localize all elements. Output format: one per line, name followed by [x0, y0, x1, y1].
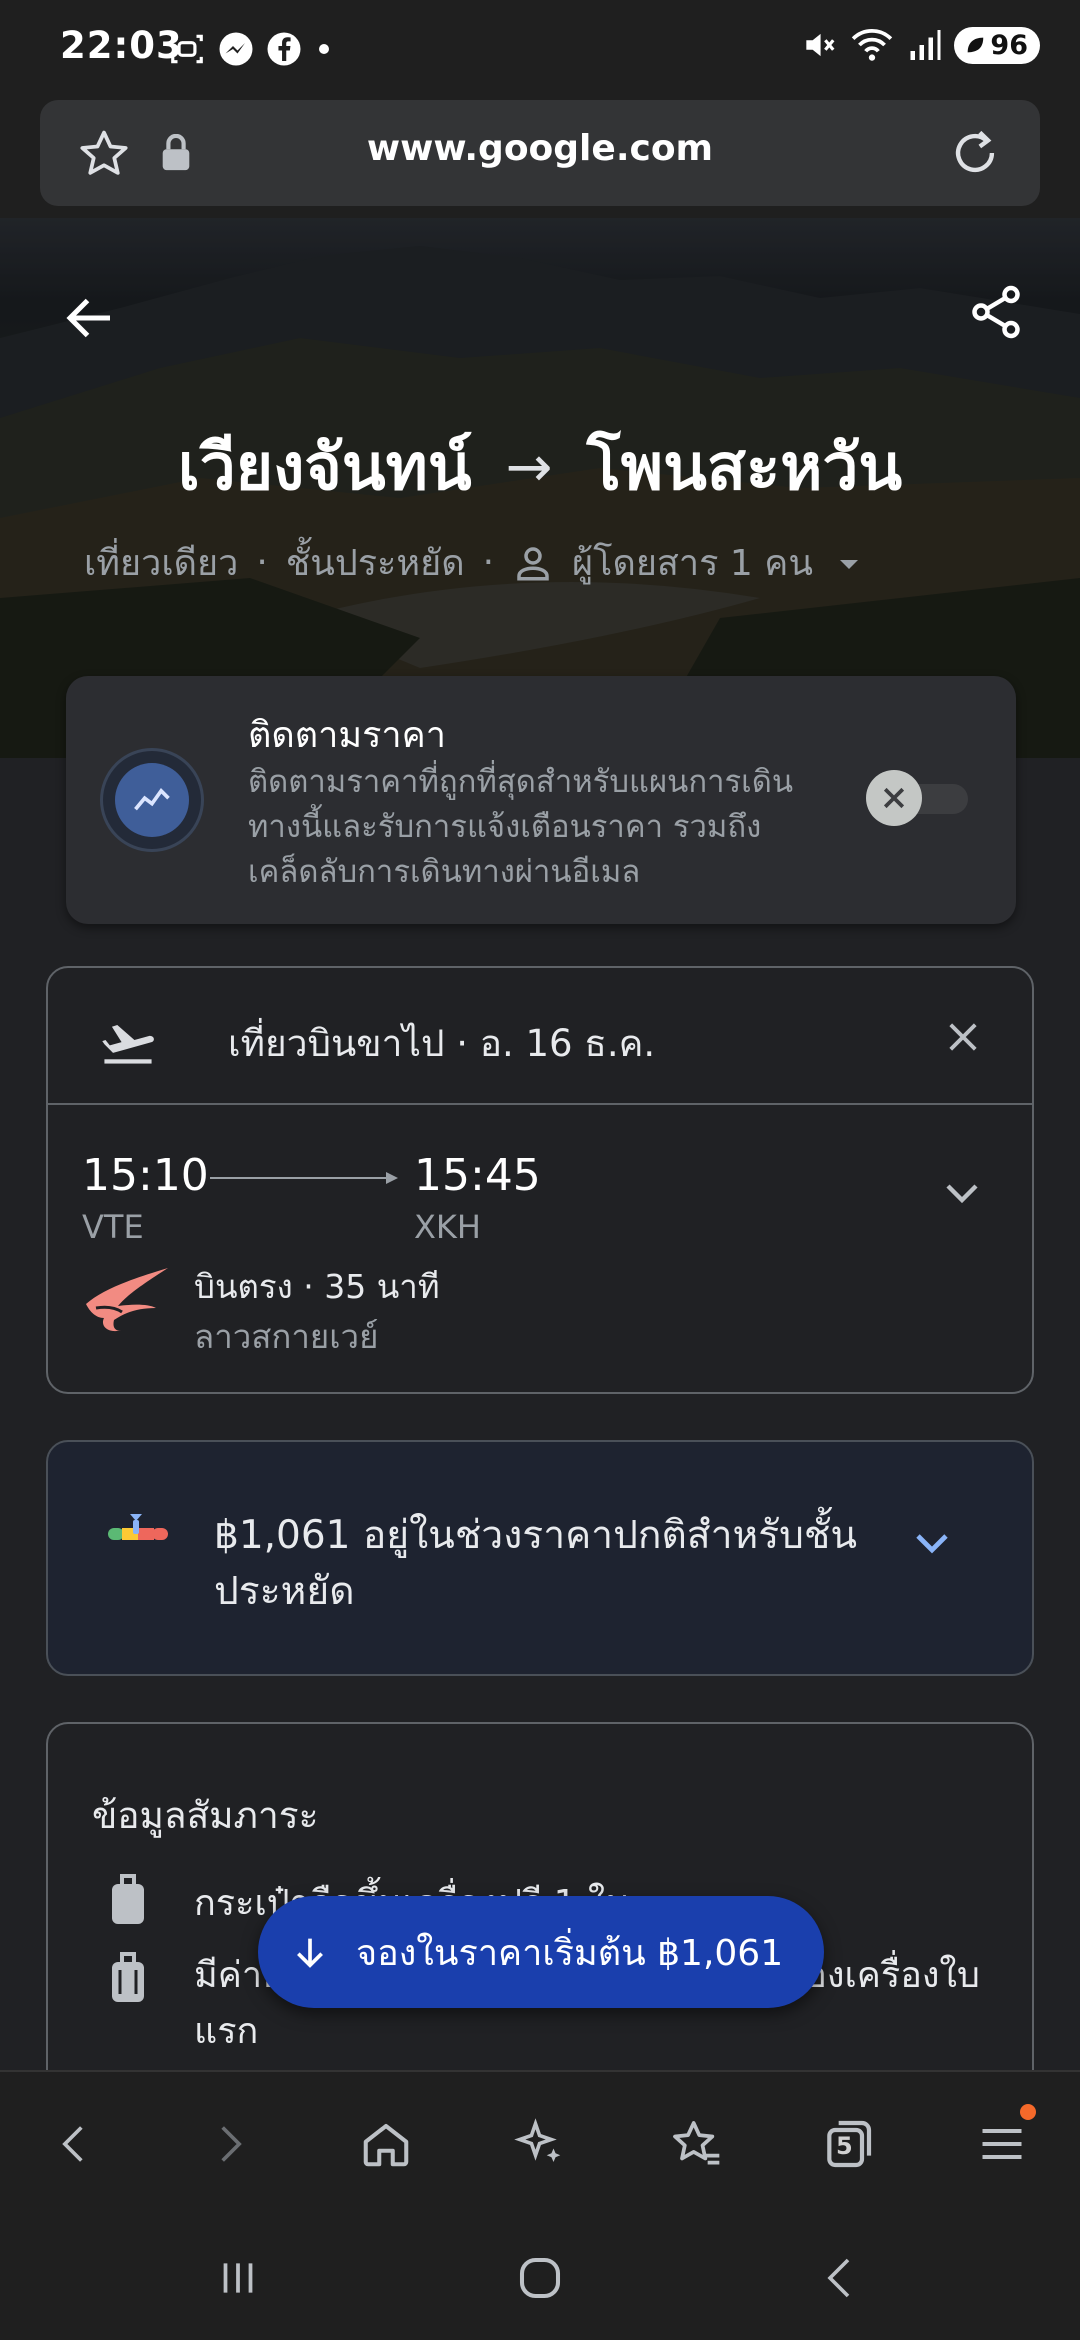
separator-dot: ·: [482, 542, 495, 583]
bookmarks-star-icon: [673, 2121, 720, 2165]
back-chevron-icon: [827, 2258, 850, 2298]
status-bar: 22:03 96: [0, 0, 1080, 96]
url-bar-container: www.google.com: [0, 96, 1080, 218]
battery-level: 96: [990, 29, 1028, 61]
hamburger-menu-icon: [982, 2129, 1022, 2159]
tabs-count: 5: [836, 2132, 853, 2160]
back-nav-button[interactable]: [808, 2246, 872, 2310]
route-arrow-icon: →: [505, 434, 553, 500]
close-icon[interactable]: [942, 1016, 984, 1058]
back-arrow-icon[interactable]: [60, 288, 120, 348]
home-button[interactable]: [354, 2112, 418, 2176]
airline-logo-icon: [86, 1268, 168, 1332]
price-tracking-card: ติดตามราคา ติดตามราคาที่ถูกที่สุดสำหรับแ…: [66, 676, 1016, 924]
trip-type-selector[interactable]: เที่ยวเดียว: [84, 534, 238, 591]
notification-icons: [168, 30, 334, 68]
outbound-header: เที่ยวบินขาไป · อ. 16 ธ.ค.: [48, 968, 1032, 1105]
price-tracking-description: ติดตามราคาที่ถูกที่สุดสำหรับแผนการเดินทา…: [248, 764, 794, 890]
price-insight-text: ฿1,061 อยู่ในช่วงราคาปกติสำหรับชั้นประหย…: [214, 1513, 858, 1614]
home-icon: [363, 2123, 409, 2167]
tabs-button[interactable]: 5: [816, 2112, 880, 2176]
menu-button[interactable]: [970, 2104, 1036, 2176]
flight-duration: บินตรง · 35 นาที: [194, 1267, 440, 1306]
browser-forward-button[interactable]: [198, 2112, 262, 2176]
dropdown-caret-icon[interactable]: [831, 545, 867, 581]
wifi-icon: [852, 29, 893, 61]
book-flight-button[interactable]: จองในราคาเริ่มต้น ฿1,061: [258, 1896, 824, 2008]
book-button-label: จองในราคาเริ่มต้น ฿1,061: [356, 1932, 784, 1974]
price-insight-card[interactable]: ฿1,061 อยู่ในช่วงราคาปกติสำหรับชั้นประหย…: [46, 1440, 1034, 1676]
chevron-down-icon[interactable]: [938, 1168, 986, 1216]
browser-back-button[interactable]: [42, 2112, 106, 2176]
bookmarks-button[interactable]: [664, 2112, 728, 2176]
home-nav-button[interactable]: [508, 2246, 572, 2310]
sparkle-icon: [514, 2118, 561, 2162]
baggage-title: ข้อมูลสัมภาระ: [92, 1794, 319, 1837]
facebook-icon: [267, 32, 301, 66]
trip-options: เที่ยวเดียว · ชั้นประหยัด · ผู้โดยสาร 1 …: [84, 534, 867, 591]
notification-dot: [1020, 2104, 1036, 2120]
signal-icon: [910, 30, 941, 60]
leaf-icon: [968, 37, 984, 53]
arrival-airport-code: XKH: [414, 1208, 481, 1246]
reload-icon[interactable]: [946, 124, 1004, 182]
messenger-icon: [219, 32, 253, 66]
separator-dot: ·: [256, 542, 268, 583]
share-icon[interactable]: [966, 282, 1026, 342]
recent-apps-icon: [223, 2263, 253, 2293]
checked-bag-icon: [112, 1952, 144, 2002]
dot-icon: [319, 44, 329, 54]
person-icon[interactable]: [512, 542, 554, 584]
price-tracking-toggle[interactable]: [866, 770, 976, 826]
home-circle-icon: [519, 2257, 561, 2299]
trend-line-icon: [134, 788, 170, 811]
destination-city: โพนสะหวัน: [586, 431, 903, 505]
mute-icon: [806, 33, 835, 57]
price-tracking-title: ติดตามราคา: [248, 715, 446, 756]
plane-departure-icon: [102, 1025, 154, 1064]
arrival-time: 15:45: [414, 1150, 541, 1201]
url-text[interactable]: www.google.com: [40, 128, 1040, 169]
chevron-left-icon: [62, 2126, 83, 2162]
trend-icon-badge: [115, 763, 189, 837]
system-navigation-bar: [0, 2210, 1080, 2340]
close-icon: [883, 787, 905, 809]
route-title: เวียงจันทน์ → โพนสะหวัน: [0, 416, 1080, 518]
url-bar[interactable]: www.google.com: [40, 100, 1040, 206]
status-time: 22:03: [60, 24, 183, 67]
airline-name: ลาวสกายเวย์: [194, 1317, 379, 1356]
recent-apps-button[interactable]: [206, 2246, 270, 2310]
cabin-class-selector[interactable]: ชั้นประหยัด: [286, 534, 465, 591]
price-trend-icon: [100, 748, 204, 852]
browser-toolbar: 5: [0, 2070, 1080, 2210]
toggle-thumb[interactable]: [866, 770, 922, 826]
assistant-button[interactable]: [508, 2112, 572, 2176]
chevron-down-icon[interactable]: [908, 1518, 956, 1566]
arrow-down-icon: [297, 1938, 323, 1968]
passenger-selector[interactable]: ผู้โดยสาร 1 คน: [572, 534, 813, 591]
route-line: [210, 1172, 398, 1184]
system-icons: 96: [800, 26, 1040, 64]
carry-on-bag-icon: [112, 1874, 144, 1924]
departure-airport-code: VTE: [82, 1208, 144, 1246]
price-range-icon: [108, 1514, 168, 1540]
chevron-right-icon: [221, 2126, 242, 2162]
battery-icon: 96: [954, 26, 1040, 64]
outbound-date-label: เที่ยวบินขาไป · อ. 16 ธ.ค.: [228, 1022, 656, 1065]
origin-city: เวียงจันทน์: [177, 431, 472, 505]
outbound-flight-card: เที่ยวบินขาไป · อ. 16 ธ.ค. 15:10 15:45 V…: [46, 966, 1034, 1394]
departure-time: 15:10: [82, 1150, 209, 1201]
screenshot-icon: [171, 34, 203, 64]
